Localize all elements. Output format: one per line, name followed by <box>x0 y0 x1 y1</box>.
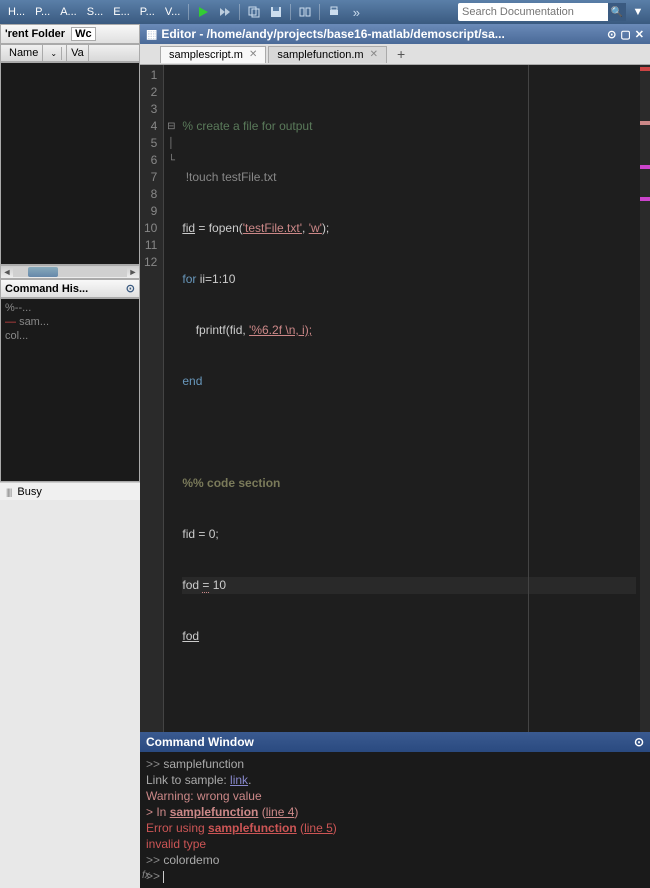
close-icon[interactable]: ✕ <box>635 28 644 41</box>
fx-badge[interactable]: fx <box>142 868 150 884</box>
folder-tree[interactable] <box>0 62 140 265</box>
editor-panel: ▦ Editor - /home/andy/projects/base16-ma… <box>140 24 650 732</box>
copy-button[interactable] <box>244 3 264 21</box>
fold-toggle-icon[interactable]: ⊟ <box>164 118 178 135</box>
panel-title: 'rent Folder <box>5 28 65 40</box>
scroll-thumb[interactable] <box>28 267 58 277</box>
code-area[interactable]: % create a file for output !touch testFi… <box>178 65 640 732</box>
panel-title: Command His... <box>5 283 88 295</box>
panel-menu-icon[interactable]: ⊙ <box>126 282 135 295</box>
history-item[interactable]: — sam... <box>3 315 137 329</box>
history-list[interactable]: %--... — sam... col... <box>0 298 140 482</box>
scroll-left[interactable]: ◄ <box>1 267 13 277</box>
command-window[interactable]: >> samplefunction Link to sample: link. … <box>140 752 650 888</box>
toolstrip-tab[interactable]: H... <box>4 4 29 20</box>
print-button[interactable] <box>324 3 344 21</box>
toolstrip-tab[interactable]: S... <box>83 4 108 20</box>
ruler <box>528 65 529 732</box>
tab-label: samplescript.m <box>169 49 243 61</box>
panel-menu-icon[interactable]: ⊙ <box>634 735 644 749</box>
toolstrip-tab[interactable]: P... <box>136 4 159 20</box>
current-folder-panel: 'rent Folder Wc Name ⌄ Va ◄ ► <box>0 24 140 279</box>
col-name[interactable]: Name ⌄ <box>1 45 67 61</box>
search-input[interactable] <box>458 6 608 18</box>
command-window-panel: Command Window ⊙ >> samplefunction Link … <box>140 732 650 888</box>
close-tab-icon[interactable]: ✕ <box>249 49 257 60</box>
status-text: Busy <box>17 486 41 498</box>
save-button[interactable] <box>266 3 286 21</box>
search-button[interactable]: 🔍 <box>608 3 626 21</box>
add-tab-button[interactable]: + <box>389 44 413 64</box>
file-tab[interactable]: samplescript.m ✕ <box>160 46 266 63</box>
toolstrip-tab[interactable]: V... <box>161 4 185 20</box>
editor-body[interactable]: 123456789101112 ⊟│└ % create a file for … <box>140 65 650 732</box>
status-icon: |||| <box>6 487 11 497</box>
history-item[interactable]: %--... <box>3 301 137 315</box>
editor-title-text: Editor - /home/andy/projects/base16-matl… <box>161 27 504 41</box>
editor-icon: ▦ <box>146 27 157 41</box>
toolstrip-tab[interactable]: P... <box>31 4 54 20</box>
toolstrip-tab[interactable]: E... <box>109 4 134 20</box>
layout-dropdown[interactable]: ▼ <box>630 3 646 21</box>
file-tab[interactable]: samplefunction.m ✕ <box>268 46 387 63</box>
marker-column[interactable] <box>640 65 650 732</box>
folder-columns[interactable]: Name ⌄ Va <box>0 44 140 62</box>
h-scrollbar[interactable]: ◄ ► <box>0 265 140 279</box>
top-toolbar: H... P... A... S... E... P... V... » 🔍 ▼ <box>0 0 650 24</box>
run-button[interactable] <box>193 3 213 21</box>
scroll-right[interactable]: ► <box>127 267 139 277</box>
tab-label: samplefunction.m <box>277 49 363 61</box>
panel-menu-icon[interactable]: ⊙ <box>607 28 616 41</box>
command-history-panel: Command His... ⊙ %--... — sam... col... <box>0 279 140 482</box>
maximize-icon[interactable]: ▢ <box>620 28 630 41</box>
toolstrip-tab[interactable]: A... <box>56 4 81 20</box>
fold-column[interactable]: ⊟│└ <box>164 65 178 732</box>
more-button[interactable]: » <box>346 3 366 21</box>
panel-title: Command Window <box>146 735 254 749</box>
step-button[interactable] <box>215 3 235 21</box>
folder-subtab[interactable]: Wc <box>71 27 96 41</box>
col-value[interactable]: Va <box>67 45 89 61</box>
cursor <box>163 871 164 883</box>
file-tab-strip: samplescript.m ✕ samplefunction.m ✕ + <box>140 44 650 65</box>
history-item[interactable]: col... <box>3 329 137 343</box>
compare-button[interactable] <box>295 3 315 21</box>
search-box: 🔍 <box>458 3 626 21</box>
close-tab-icon[interactable]: ✕ <box>370 49 378 60</box>
line-gutter: 123456789101112 <box>140 65 164 732</box>
